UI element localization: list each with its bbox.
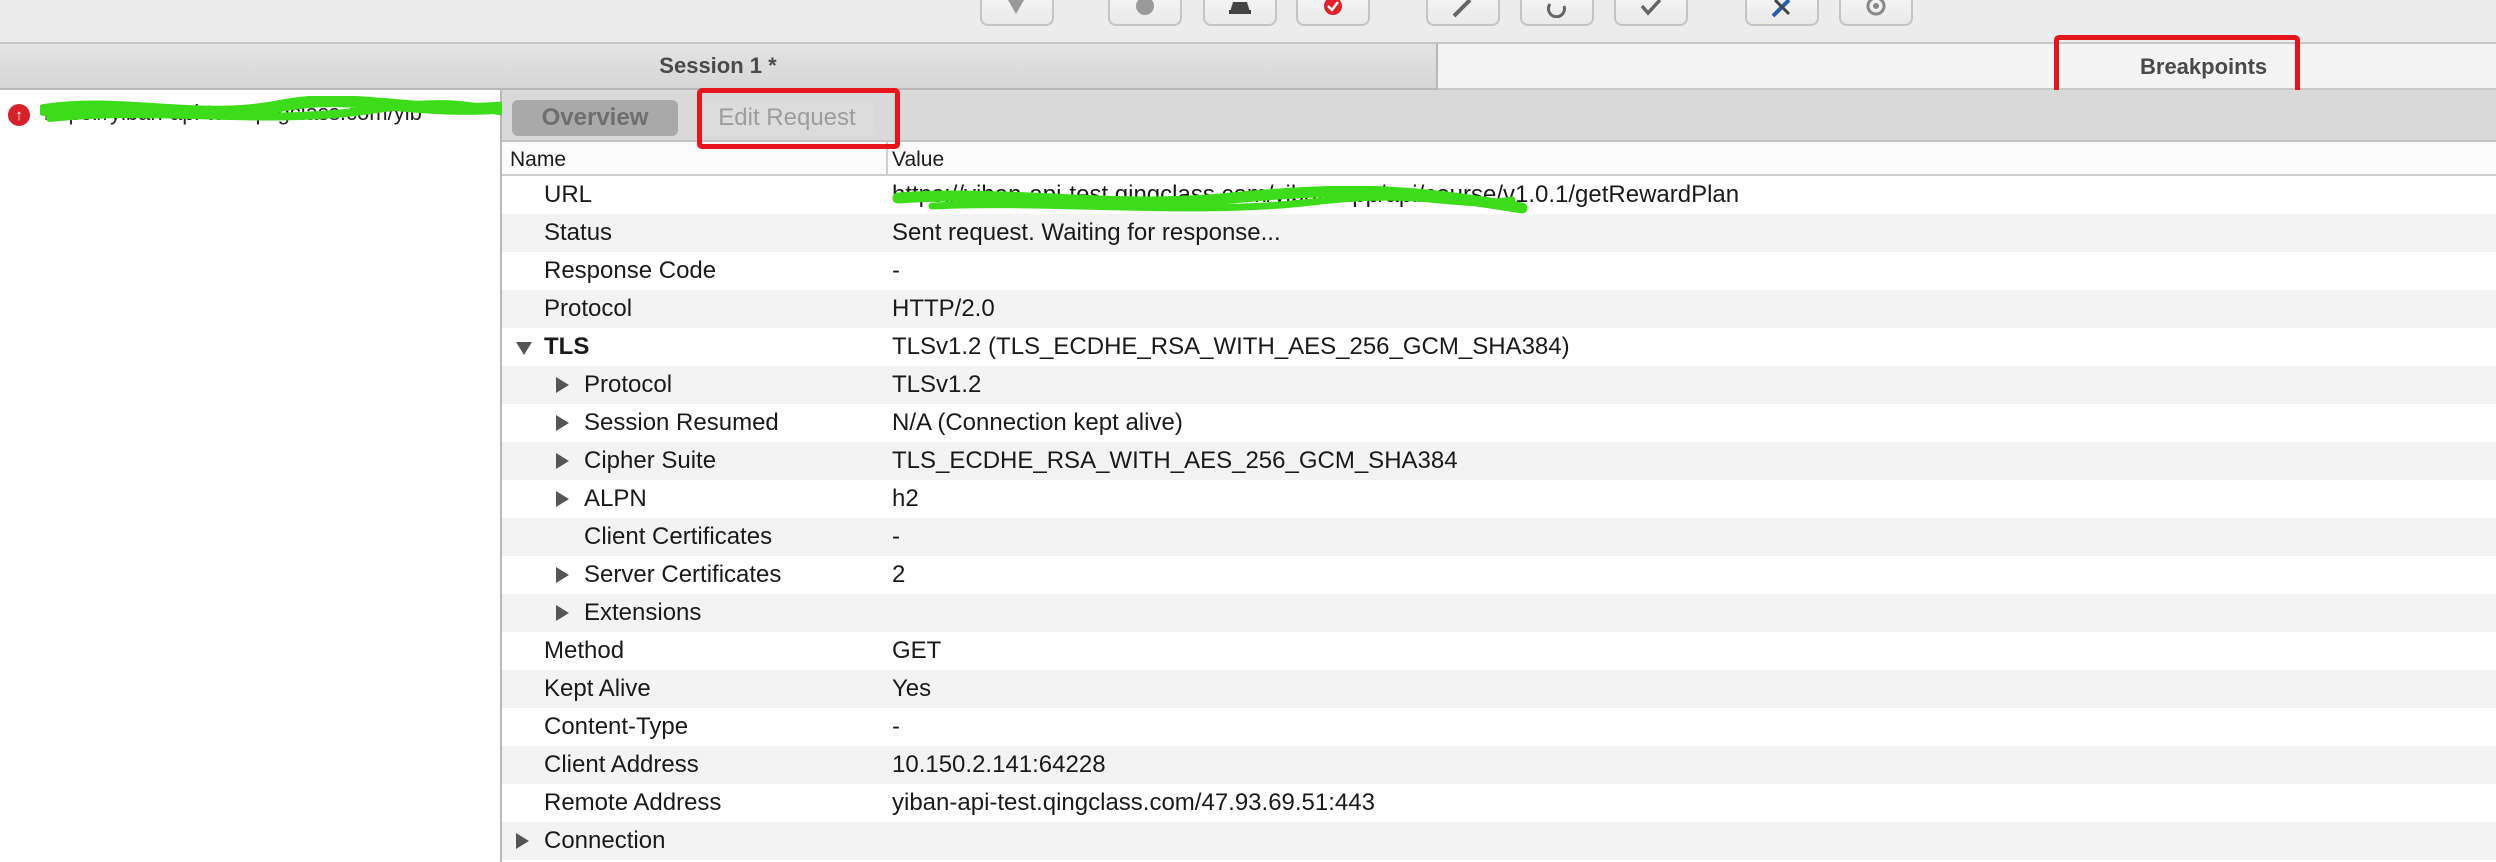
throttle-button[interactable] xyxy=(1203,0,1277,26)
table-row[interactable]: Remote Address yiban-api-test.qingclass.c… xyxy=(502,784,2496,822)
row-value: - xyxy=(892,713,900,740)
table-row[interactable]: Protocol HTTP/2.0 xyxy=(502,290,2496,328)
table-row[interactable]: Client Certificates - xyxy=(502,518,2496,556)
detail-pane: Overview Edit Request Name Value URL http… xyxy=(502,90,2496,862)
row-value: GET xyxy=(892,637,942,664)
row-name: Connection xyxy=(544,827,666,854)
row-value: TLSv1.2 (TLS_ECDHE_RSA_WITH_AES_256_GCM_… xyxy=(892,333,1570,360)
tools-button[interactable] xyxy=(1745,0,1819,26)
row-value: 10.150.2.141:64228 xyxy=(892,751,1106,778)
row-name: Extensions xyxy=(584,599,702,626)
tab-overview[interactable]: Overview xyxy=(512,100,678,136)
tab-session-1[interactable]: Session 1 * xyxy=(0,42,1438,90)
table-row[interactable]: Server Certificates 2 xyxy=(502,556,2496,594)
table-row[interactable]: Method GET xyxy=(502,632,2496,670)
table-row[interactable]: URL https://yiban-api-test.qingclass.com/… xyxy=(502,176,2496,214)
settings-button[interactable] xyxy=(1839,0,1913,26)
row-value: HTTP/2.0 xyxy=(892,295,995,322)
request-sidebar: ↑ https://yiban-api-test.qingclass.com/y… xyxy=(0,90,540,862)
row-name: ALPN xyxy=(584,485,647,512)
row-name: Method xyxy=(544,637,625,664)
record-icon xyxy=(1136,0,1154,15)
edit-icon xyxy=(1452,0,1472,18)
column-header-name[interactable]: Name xyxy=(510,148,566,172)
table-row[interactable]: Client Address 10.150.2.141:64228 xyxy=(502,746,2496,784)
validate-icon xyxy=(1640,0,1662,16)
disclosure-open-icon[interactable] xyxy=(516,342,532,355)
disclosure-closed-icon[interactable] xyxy=(556,453,569,469)
disclosure-closed-icon[interactable] xyxy=(556,605,569,621)
breakpoint-button[interactable] xyxy=(1296,0,1370,26)
disclosure-closed-icon[interactable] xyxy=(556,491,569,507)
row-name: Kept Alive xyxy=(544,675,651,702)
row-value: Sent request. Waiting for response... xyxy=(892,219,1281,246)
disclosure-closed-icon[interactable] xyxy=(516,833,529,849)
row-name: Server Certificates xyxy=(584,561,782,588)
row-value: 2 xyxy=(892,561,906,588)
table-row[interactable]: Content-Type - xyxy=(502,708,2496,746)
row-value: https://yiban-api-test.qingclass.com/yib… xyxy=(892,181,1740,208)
table-row[interactable]: ALPN h2 xyxy=(502,480,2496,518)
row-name: Cipher Suite xyxy=(584,447,717,474)
list-item-request[interactable]: ↑ https://yiban-api-test.qingclass.com/y… xyxy=(0,96,500,130)
edit-button[interactable] xyxy=(1426,0,1500,26)
table-row[interactable]: Cipher Suite TLS_ECDHE_RSA_WITH_AES_256_G… xyxy=(502,442,2496,480)
highlight-box-edit-request xyxy=(697,88,900,149)
row-name: Protocol xyxy=(584,371,673,398)
table-row[interactable]: Status Sent request. Waiting for response… xyxy=(502,214,2496,252)
disclosure-closed-icon[interactable] xyxy=(556,567,569,583)
row-value: yiban-api-test.qingclass.com/47.93.69.51… xyxy=(892,789,1375,816)
repeat-button[interactable] xyxy=(1520,0,1594,26)
table-row[interactable]: Response Code - xyxy=(502,252,2496,290)
column-header-value[interactable]: Value xyxy=(892,148,944,172)
row-name: Protocol xyxy=(544,295,633,322)
validate-button[interactable] xyxy=(1614,0,1688,26)
row-value: - xyxy=(892,257,900,284)
row-value: h2 xyxy=(892,485,919,512)
disclosure-closed-icon[interactable] xyxy=(556,377,569,393)
throttle-icon xyxy=(1229,2,1251,14)
repeat-icon xyxy=(1546,3,1566,18)
table-row[interactable]: Session Resumed N/A (Connection kept aliv… xyxy=(502,404,2496,442)
row-name: Content-Type xyxy=(544,713,689,740)
row-name: URL xyxy=(544,181,593,208)
table-body: URL https://yiban-api-test.qingclass.com/… xyxy=(502,176,2496,860)
breakpoint-up-arrow-icon: ↑ xyxy=(8,104,30,126)
row-value: TLSv1.2 xyxy=(892,371,982,398)
pen-button[interactable] xyxy=(980,0,1054,26)
row-value: Yes xyxy=(892,675,932,702)
overview-table: Name Value URL https://yiban-api-test.qin… xyxy=(502,142,2496,860)
record-button[interactable] xyxy=(1108,0,1182,26)
table-row[interactable]: Protocol TLSv1.2 xyxy=(502,366,2496,404)
disclosure-closed-icon[interactable] xyxy=(556,415,569,431)
settings-icon xyxy=(1866,0,1886,16)
tools-icon xyxy=(1771,0,1791,18)
table-row[interactable]: Connection xyxy=(502,822,2496,860)
row-name: Status xyxy=(544,219,613,246)
row-name: Remote Address xyxy=(544,789,722,816)
row-name: Session Resumed xyxy=(584,409,779,436)
pen-icon xyxy=(1008,0,1024,14)
row-name: Client Address xyxy=(544,751,699,778)
table-row[interactable]: Kept Alive Yes xyxy=(502,670,2496,708)
table-row[interactable]: Extensions xyxy=(502,594,2496,632)
row-value: N/A (Connection kept alive) xyxy=(892,409,1183,436)
row-name: TLS xyxy=(544,333,590,360)
row-name: Response Code xyxy=(544,257,717,284)
table-row[interactable]: TLS TLSv1.2 (TLS_ECDHE_RSA_WITH_AES_256_G… xyxy=(502,328,2496,366)
tab-breakpoints[interactable]: Breakpoints xyxy=(1438,42,2496,90)
breakpoint-icon xyxy=(1324,0,1342,15)
row-value: TLS_ECDHE_RSA_WITH_AES_256_GCM_SHA384 xyxy=(892,447,1458,474)
row-value: - xyxy=(892,523,900,550)
request-url: https://yiban-api-test.qingclass.com/yib xyxy=(44,100,422,125)
session-title: Session 1 * xyxy=(659,53,777,78)
row-name: Client Certificates xyxy=(584,523,773,550)
